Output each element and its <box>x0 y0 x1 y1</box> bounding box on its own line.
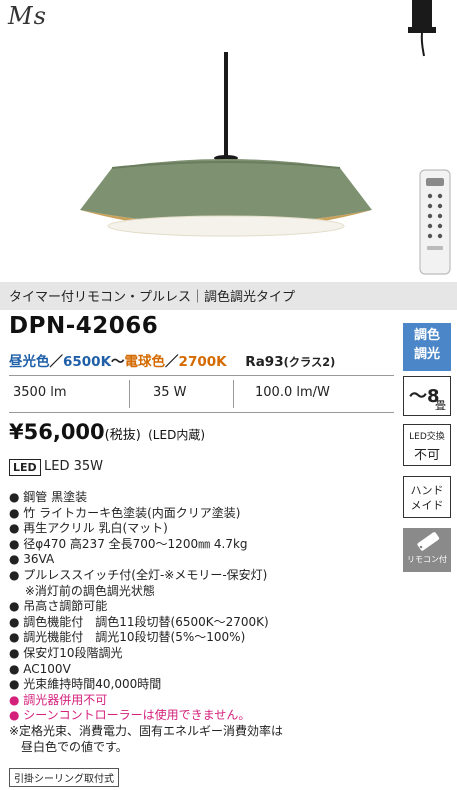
remote-icon <box>417 532 440 551</box>
footnote-line: 昼白色での値です。 <box>9 739 128 754</box>
price-tax-note: (税抜) <box>104 428 141 443</box>
led-exchange-badge: LED交換 不可 <box>403 424 451 466</box>
toning-dimming-badge: 調色 調光 <box>403 323 451 371</box>
led-spec: LED 35W <box>44 459 103 474</box>
feature-item: ● AC100V <box>9 661 71 676</box>
color-temperature-line: 昼光色／6500K〜電球色／2700K Ra93(クラス2) <box>9 350 335 370</box>
bulb-kelvin: 2700K <box>178 354 227 370</box>
feature-item: ● 36VA <box>9 552 55 567</box>
remote-label: リモコン付 <box>407 555 447 564</box>
tatami-badge: 〜8 畳 <box>403 376 451 416</box>
badge-line: 調色 <box>413 328 440 343</box>
badge-line: 不可 <box>413 448 440 463</box>
wattage-value: 35 W <box>153 385 187 400</box>
separator: ／ <box>49 354 64 370</box>
feature-item: ● 光束維持時間40,000時間 <box>9 677 162 692</box>
suspension-pipe <box>224 52 228 160</box>
feature-item: ● 調色機能付 調色11段切替(6500K〜2700K) <box>9 614 269 629</box>
brand-logo: Ms <box>8 2 47 30</box>
power-cord <box>420 32 425 57</box>
tatami-unit: 畳 <box>435 399 446 412</box>
feature-item: ※消灯前の調色調光状態 <box>9 583 155 598</box>
feature-list: ● 鋼管 黒塗装 ● 竹 ライトカーキ色塗装(内面クリア塗装) ● 再生アクリル… <box>9 490 283 755</box>
feature-item: ● プルレススイッチ付(全灯-※メモリー-保安灯) <box>9 567 268 582</box>
model-number: DPN-42066 <box>9 313 159 339</box>
range-tilde: 〜 <box>111 354 125 370</box>
spec-row: 3500 lm 35 W 100.0 lm/W <box>9 375 394 413</box>
ra-value: Ra93 <box>245 354 284 370</box>
lumen-value: 3500 lm <box>13 385 67 400</box>
warning-item: ● シーンコントローラーは使用できません。 <box>9 708 251 723</box>
feature-item: ● 径φ470 高237 全長700〜1200㎜ 4.7kg <box>9 536 248 551</box>
feature-item: ● 鋼管 黒塗装 <box>9 490 88 504</box>
daylight-kelvin: 6500K <box>63 354 112 370</box>
feature-item: ● 再生アクリル 乳白(マット) <box>9 521 168 536</box>
led-badge: LED <box>9 459 41 476</box>
divider <box>129 380 130 408</box>
mounting-type-box: 引掛シーリング取付式 <box>9 768 119 787</box>
feature-item: ● 竹 ライトカーキ色塗装(内面クリア塗装) <box>9 505 241 520</box>
footnote-line: ※定格光束、消費電力、固有エネルギー消費効率は <box>9 723 284 738</box>
feature-item: ● 保安灯10段階調光 <box>9 645 123 660</box>
ceiling-canopy <box>412 0 432 30</box>
daylight-label: 昼光色 <box>9 354 50 370</box>
ra-class: (クラス2) <box>283 356 336 369</box>
bulb-color-label: 電球色 <box>124 354 166 370</box>
badge-line: メイド <box>410 499 444 512</box>
price: ¥56,000(税抜) (LED内蔵) <box>9 420 205 444</box>
handmade-badge: ハンド メイド <box>403 476 451 518</box>
remote-badge: リモコン付 <box>403 528 451 572</box>
lamp-shade <box>80 159 372 224</box>
product-caption: タイマー付リモコン・プルレス｜調色調光タイプ <box>9 290 296 305</box>
warning-item: ● 調光器併用不可 <box>9 692 108 707</box>
efficiency-value: 100.0 lm/W <box>255 385 330 400</box>
separator: ／ <box>165 354 179 370</box>
product-photo <box>80 0 451 275</box>
remote-control <box>419 169 451 275</box>
feature-item: ● 吊高さ調節可能 <box>9 599 108 614</box>
price-led-note: (LED内蔵) <box>148 428 205 442</box>
badge-line: LED交換 <box>409 432 445 442</box>
badge-line: 調光 <box>413 347 440 362</box>
badge-line: ハンド <box>410 484 444 497</box>
divider <box>233 380 234 408</box>
feature-item: ● 調光機能付 調光10段切替(5%〜100%) <box>9 630 246 645</box>
price-amount: ¥56,000 <box>9 420 105 444</box>
